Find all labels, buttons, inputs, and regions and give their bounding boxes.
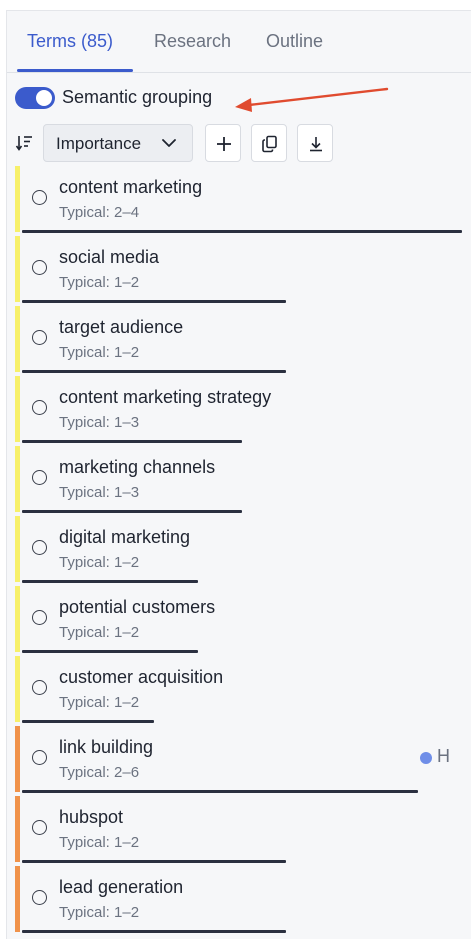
term-typical-range: Typical: 1–3 [59,414,140,431]
term-usage-bar [22,720,154,723]
term-row[interactable]: marketing channels Typical: 1–3 [7,444,471,514]
group-color-bar [15,446,20,512]
term-radio[interactable] [32,260,47,275]
term-typical-range: Typical: 1–2 [59,344,140,361]
active-tab-indicator [17,69,133,72]
semantic-grouping-label: Semantic grouping [62,87,213,107]
term-typical-range: Typical: 1–2 [59,834,140,851]
term-typical-range: Typical: 2–4 [59,204,140,221]
term-name: target audience [59,317,184,337]
term-row[interactable]: digital marketing Typical: 1–2 [7,514,471,584]
term-radio[interactable] [32,540,47,555]
term-radio[interactable] [32,190,47,205]
term-usage-bar [22,440,242,443]
copy-terms-button[interactable] [251,124,287,162]
term-typical-range: Typical: 2–6 [59,764,140,781]
term-radio[interactable] [32,400,47,415]
download-terms-button[interactable] [297,124,333,162]
heading-tag-dot-icon [420,752,432,764]
term-usage-bar [22,930,286,933]
terms-panel: Terms (85) Research Outline Semantic gro… [6,10,471,939]
term-row[interactable]: content marketing strategy Typical: 1–3 [7,374,471,444]
group-color-bar [15,166,20,232]
term-row[interactable]: social media Typical: 1–2 [7,234,471,304]
term-row[interactable]: customer acquisition Typical: 1–2 [7,654,471,724]
add-term-button[interactable] [205,124,241,162]
term-name: social media [59,247,160,267]
term-name: potential customers [59,597,216,617]
term-name: hubspot [59,807,124,827]
term-usage-bar [22,370,286,373]
term-row[interactable]: lead generation Typical: 1–2 [7,864,471,934]
semantic-grouping-toggle[interactable] [15,87,55,109]
group-color-bar [15,516,20,582]
term-typical-range: Typical: 1–2 [59,694,140,711]
term-row[interactable]: content marketing Typical: 2–4 [7,164,471,234]
term-usage-bar [22,580,198,583]
term-radio[interactable] [32,820,47,835]
group-color-bar [15,586,20,652]
toggle-knob [36,90,52,106]
term-usage-bar [22,510,242,513]
term-name: content marketing [59,177,203,197]
tab-bar: Terms (85) Research Outline [7,11,471,73]
group-color-bar [15,236,20,302]
terms-toolbar: Importance [7,124,471,164]
term-typical-range: Typical: 1–2 [59,274,140,291]
term-typical-range: Typical: 1–2 [59,904,140,921]
term-radio[interactable] [32,470,47,485]
plus-icon [217,137,231,151]
term-usage-bar [22,300,286,303]
sort-icon[interactable] [15,133,35,153]
term-radio[interactable] [32,750,47,765]
download-icon [310,137,322,152]
term-name: link building [59,737,154,757]
term-row[interactable]: target audience Typical: 1–2 [7,304,471,374]
term-name: content marketing strategy [59,387,272,407]
group-color-bar [15,656,20,722]
term-name: marketing channels [59,457,216,477]
tab-terms[interactable]: Terms (85) [27,31,113,52]
group-color-bar [15,866,20,932]
term-usage-bar [22,790,418,793]
annotation-arrow-icon [235,87,389,112]
term-list: content marketing Typical: 2–4 social me… [7,164,471,934]
term-row[interactable]: potential customers Typical: 1–2 [7,584,471,654]
term-usage-bar [22,650,198,653]
term-row[interactable]: hubspot Typical: 1–2 [7,794,471,864]
group-color-bar [15,306,20,372]
sort-dropdown[interactable]: Importance [43,124,193,162]
term-usage-bar [22,230,462,233]
term-radio[interactable] [32,680,47,695]
term-typical-range: Typical: 1–2 [59,624,140,641]
term-row[interactable]: link building Typical: 2–6 H [7,724,471,794]
sort-dropdown-value: Importance [56,134,142,153]
copy-icon [262,135,277,153]
term-usage-bar [22,860,286,863]
term-name: customer acquisition [59,667,224,687]
term-radio[interactable] [32,330,47,345]
heading-tag-label: H [437,746,450,766]
term-radio[interactable] [32,610,47,625]
group-color-bar [15,796,20,862]
term-typical-range: Typical: 1–3 [59,484,140,501]
tab-outline[interactable]: Outline [266,31,323,52]
term-name: digital marketing [59,527,191,547]
chevron-down-icon [162,139,176,147]
term-radio[interactable] [32,890,47,905]
group-color-bar [15,726,20,792]
group-color-bar [15,376,20,442]
term-typical-range: Typical: 1–2 [59,554,140,571]
tab-research[interactable]: Research [154,31,231,52]
term-name: lead generation [59,877,184,897]
